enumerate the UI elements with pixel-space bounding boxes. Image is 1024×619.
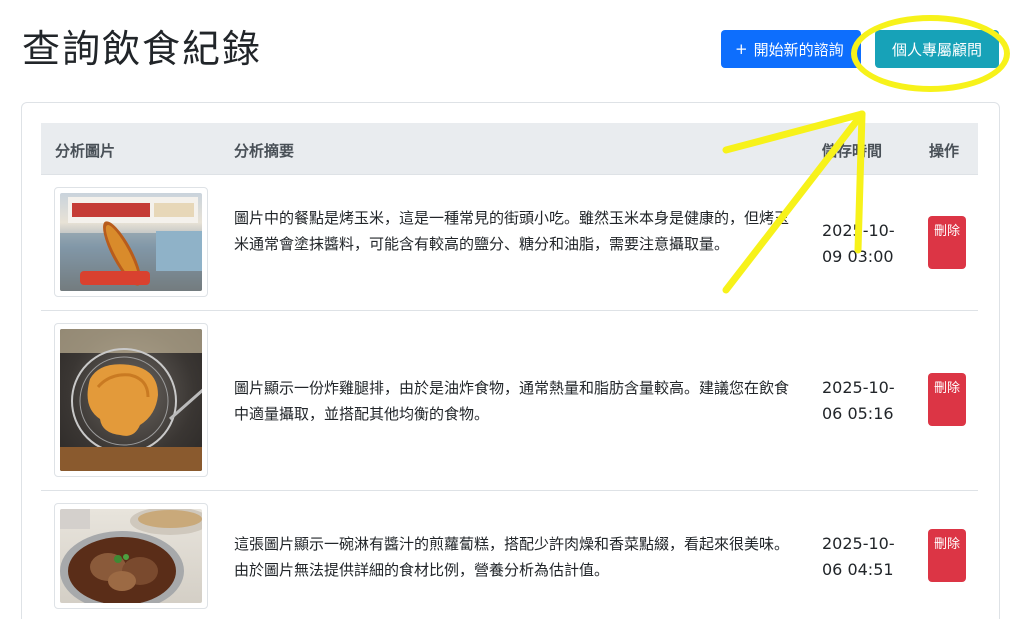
analysis-summary: 圖片中的餐點是烤玉米，這是一種常見的街頭小吃。雖然玉米本身是健康的，但烤玉米通常… <box>234 209 790 253</box>
new-consultation-button[interactable]: + 開始新的諮詢 <box>721 30 861 68</box>
fried-chicken-cutlet-photo <box>60 329 202 471</box>
analysis-summary: 這張圖片顯示一碗淋有醬汁的煎蘿蔔糕，搭配少許肉燥和香菜點綴，看起來很美味。由於圖… <box>234 535 790 579</box>
delete-button[interactable]: 刪除 <box>928 529 966 582</box>
delete-button[interactable]: 刪除 <box>928 216 966 269</box>
plus-icon: + <box>735 40 748 58</box>
analysis-summary: 圖片顯示一份炸雞腿排，由於是油炸食物，通常熱量和脂肪含量較高。建議您在飲食中適量… <box>234 379 790 423</box>
column-header-image: 分析圖片 <box>55 142 116 160</box>
saved-datetime: 2025-10-06 05:16 <box>822 378 895 423</box>
new-consultation-label: 開始新的諮詢 <box>753 40 844 59</box>
radish-cake-bowl-photo <box>60 509 202 603</box>
record-thumbnail[interactable] <box>54 323 208 477</box>
table-row: 圖片顯示一份炸雞腿排，由於是油炸食物，通常熱量和脂肪含量較高。建議您在飲食中適量… <box>41 311 978 491</box>
annotation-highlight-ellipse <box>851 15 1010 92</box>
record-thumbnail[interactable] <box>54 503 208 609</box>
column-header-summary: 分析摘要 <box>234 142 295 160</box>
page-title: 查詢飲食紀錄 <box>22 27 263 71</box>
grilled-corn-photo <box>60 193 202 291</box>
table-row: 這張圖片顯示一碗淋有醬汁的煎蘿蔔糕，搭配少許肉燥和香菜點綴，看起來很美味。由於圖… <box>41 491 978 619</box>
record-thumbnail[interactable] <box>54 187 208 297</box>
column-header-actions: 操作 <box>929 142 960 160</box>
table-row: 圖片中的餐點是烤玉米，這是一種常見的街頭小吃。雖然玉米本身是健康的，但烤玉米通常… <box>41 175 978 311</box>
delete-button[interactable]: 刪除 <box>928 373 966 426</box>
table-header: 分析圖片 分析摘要 儲存時間 操作 <box>41 123 978 175</box>
column-header-saved-time: 儲存時間 <box>822 142 883 160</box>
saved-datetime: 2025-10-09 03:00 <box>822 221 895 266</box>
saved-datetime: 2025-10-06 04:51 <box>822 534 895 579</box>
